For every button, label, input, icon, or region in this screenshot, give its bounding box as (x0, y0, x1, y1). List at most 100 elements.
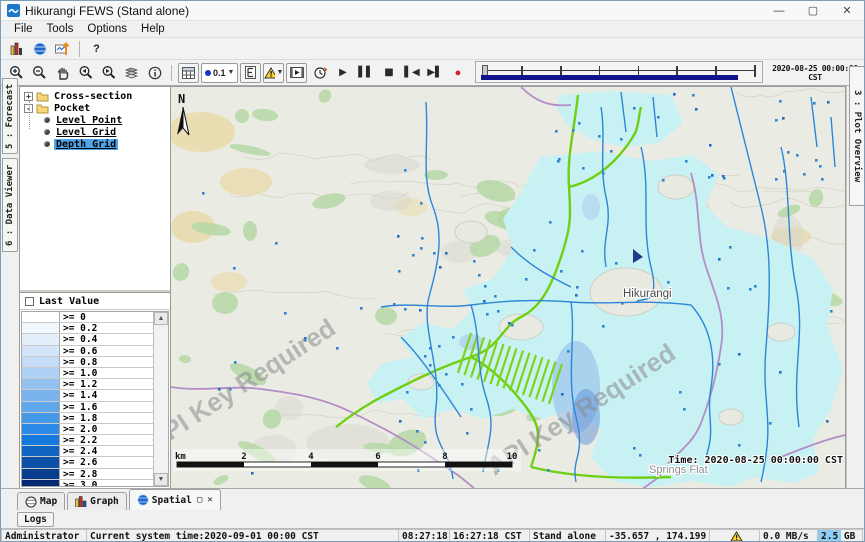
record-button[interactable]: ● (447, 63, 468, 83)
stop-button[interactable]: ■ (378, 63, 399, 83)
app-window: Hikurangi FEWS (Stand alone) — ▢ ✕ FileT… (0, 0, 865, 542)
legend-row: >= 3.0 (22, 480, 168, 487)
help-button[interactable]: ? (86, 39, 107, 59)
close-icon[interactable]: ✕ (830, 1, 864, 20)
pan-icon[interactable] (52, 63, 73, 83)
globe-icon (137, 494, 149, 506)
tab-map[interactable]: Map (17, 492, 65, 510)
tree-item-cross-section[interactable]: + Cross-section (20, 90, 170, 102)
timestep-clock-icon[interactable] (309, 63, 330, 83)
map-canvas[interactable]: API Key Required API Key Required N km 2… (171, 87, 846, 488)
left-panel: + Cross-section-PocketLevel PointLevel Gr… (19, 86, 171, 488)
tree-item-level-point[interactable]: Level Point (20, 114, 170, 126)
zoom-previous-icon[interactable] (75, 63, 96, 83)
animation-export-button[interactable] (286, 63, 307, 83)
tree-expander-icon[interactable]: + (24, 92, 33, 101)
legend-row-label: >= 0.4 (60, 334, 153, 344)
map-time-label: Time: 2020-08-25 00:00:00 CST (668, 454, 843, 466)
tab-maximize-icon[interactable]: ▢ (197, 495, 202, 505)
menu-tools[interactable]: Tools (40, 23, 81, 35)
right-tab-strip: 3 : Plot Overview (846, 86, 865, 488)
bottom-tab-bar: Map Graph Spatial ▢ ✕ (1, 488, 865, 510)
legend-row: >= 0.6 (22, 346, 168, 357)
tree-bullet-icon (44, 117, 50, 123)
layers-icon[interactable] (121, 63, 142, 83)
tree-item-label: Pocket (52, 103, 92, 114)
info-icon[interactable] (144, 63, 165, 83)
scroll-up-icon[interactable]: ▲ (154, 312, 168, 325)
skip-to-start-button[interactable]: ▌◀ (401, 63, 422, 83)
legend-row: >= 2.4 (22, 446, 168, 457)
status-user: Administrator (1, 529, 87, 542)
map-viewport[interactable]: API Key Required API Key Required N km 2… (171, 86, 846, 488)
legend-color-swatch (22, 424, 60, 434)
warning-icon (730, 531, 743, 542)
tab-spatial[interactable]: Spatial ▢ ✕ (129, 489, 221, 510)
tree-item-label: Cross-section (52, 91, 134, 102)
scroll-down-icon[interactable]: ▼ (154, 473, 168, 486)
zoom-out-icon[interactable] (29, 63, 50, 83)
contour-interval-dropdown[interactable]: 0.1 ▼ (201, 63, 238, 83)
tree-item-level-grid[interactable]: Level Grid (20, 126, 170, 138)
legend-color-swatch (22, 379, 60, 389)
main-toolbar: ? (1, 38, 864, 60)
legend-row: >= 0.8 (22, 357, 168, 368)
maximize-icon[interactable]: ▢ (796, 1, 830, 20)
menu-bar: FileToolsOptionsHelp (1, 21, 864, 38)
legend-row-label: >= 2.8 (60, 469, 153, 479)
toolbar-separator (79, 41, 80, 57)
timeline-slider[interactable] (475, 61, 763, 83)
tree-item-pocket[interactable]: -Pocket (20, 102, 170, 114)
legend-scrollbar[interactable]: ▲ ▼ (153, 312, 168, 486)
status-mode: Stand alone (530, 529, 606, 542)
legend-color-swatch (22, 446, 60, 456)
tab-graph[interactable]: Graph (67, 492, 127, 510)
warning-threshold-dropdown[interactable]: ▼ (263, 63, 284, 83)
skip-to-end-button[interactable]: ▶▌ (424, 63, 445, 83)
timeline-date: 2020-08-25 00:00:00 CST (768, 64, 862, 82)
menu-help[interactable]: Help (134, 23, 172, 35)
legend-color-swatch (22, 357, 60, 367)
minimize-icon[interactable]: — (762, 1, 796, 20)
tree-item-depth-grid[interactable]: Depth Grid (20, 138, 170, 150)
tab-plot-overview[interactable]: 3 : Plot Overview (849, 66, 865, 206)
svg-text:2: 2 (241, 452, 246, 462)
legend-row: >= 2.0 (22, 424, 168, 435)
tab-data-viewer[interactable]: 6 : Data Viewer (2, 158, 18, 252)
map-display-button[interactable] (29, 39, 50, 59)
legend-row-label: >= 2.4 (60, 446, 153, 456)
grid-display-button[interactable] (178, 63, 199, 83)
legend-row-label: >= 0 (60, 312, 153, 322)
database-viewer-button[interactable] (6, 39, 27, 59)
legend-table: >= 0>= 0.2>= 0.4>= 0.6>= 0.8>= 1.0>= 1.2… (21, 311, 169, 487)
menu-options[interactable]: Options (80, 23, 134, 35)
last-value-checkbox[interactable] (25, 297, 34, 306)
tab-close-icon[interactable]: ✕ (207, 495, 212, 505)
play-button[interactable]: ▶ (332, 63, 353, 83)
legend-color-swatch (22, 390, 60, 400)
logs-button[interactable]: Logs (17, 512, 54, 527)
scale-bar: km 2 4 6 8 10 (173, 449, 521, 471)
vertical-profile-button[interactable] (240, 63, 261, 83)
status-system-time: Current system time:2020-09-01 00:00 CST (87, 529, 399, 542)
spatial-display-button[interactable] (52, 39, 73, 59)
legend-color-swatch (22, 457, 60, 467)
bar-chart-icon (75, 496, 87, 507)
tab-spatial-label: Spatial (152, 495, 192, 506)
status-warning (710, 529, 760, 542)
zoom-next-icon[interactable] (98, 63, 119, 83)
legend-row: >= 0.4 (22, 334, 168, 345)
tab-forecast[interactable]: 5 : Forecast (2, 78, 18, 154)
status-coordinates: -35.657 , 174.199 (606, 529, 710, 542)
legend-color-swatch (22, 469, 60, 479)
timeline-track (482, 70, 754, 71)
legend-color-swatch (22, 346, 60, 356)
layer-tree: + Cross-section-PocketLevel PointLevel Gr… (20, 87, 170, 292)
pause-button[interactable]: ▌▌ (355, 63, 376, 83)
status-gmt-time: 08:27:18 GMT (399, 529, 450, 542)
tree-bullet-icon (44, 129, 50, 135)
chevron-down-icon: ▼ (228, 69, 235, 76)
timeline-span-bar (481, 75, 738, 80)
menu-file[interactable]: File (7, 23, 40, 35)
map-toolbar: 0.1 ▼ ▼ ▶ ▌▌ ■ ▌◀ ▶▌ ● 2020-08-25 00:00:… (1, 60, 864, 86)
